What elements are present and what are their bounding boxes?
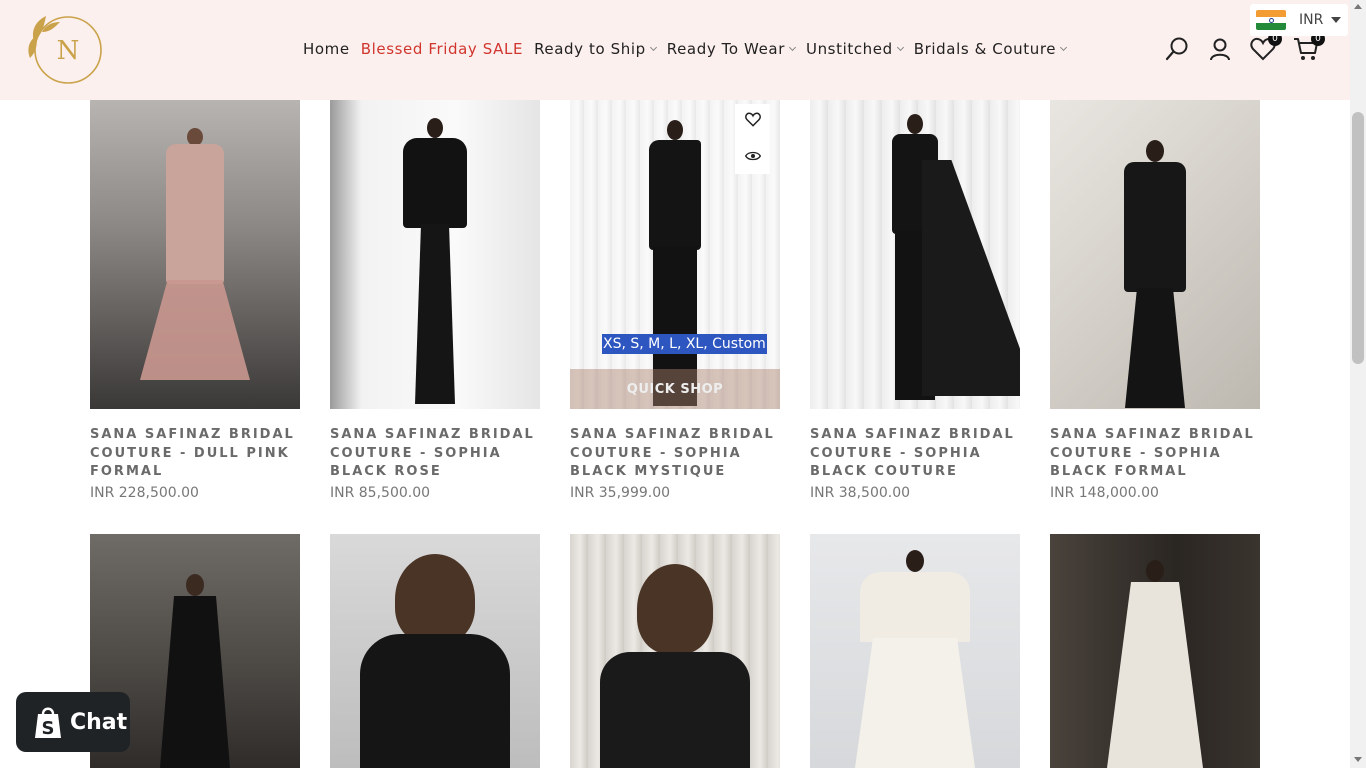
product-image[interactable] <box>570 534 780 768</box>
product-image[interactable] <box>810 100 1020 409</box>
product-card[interactable] <box>810 534 1020 768</box>
product-image[interactable] <box>330 100 540 409</box>
product-image[interactable] <box>330 534 540 768</box>
product-price: INR 38,500.00 <box>810 484 911 501</box>
scroll-up-arrow-icon[interactable] <box>1354 4 1362 9</box>
nav-unstitched[interactable]: Unstitched <box>806 40 904 58</box>
nav-ready-to-wear-label: Ready To Wear <box>666 40 785 58</box>
nav-bridals-couture[interactable]: Bridals & Couture <box>913 40 1068 58</box>
product-card[interactable]: SANA SAFINAZ BRIDAL COUTURE - DULL PINK … <box>90 100 300 501</box>
product-image[interactable] <box>1050 100 1260 409</box>
chevron-down-icon <box>649 43 657 51</box>
nav-bridals-label: Bridals & Couture <box>913 40 1057 58</box>
nav-ready-to-ship[interactable]: Ready to Ship <box>534 40 657 58</box>
chevron-down-icon <box>788 43 797 51</box>
site-header: N Home Blessed Friday SALE Ready to Ship… <box>0 0 1350 100</box>
product-title[interactable]: SANA SAFINAZ BRIDAL COUTURE - SOPHIA BLA… <box>570 426 780 482</box>
product-card[interactable]: SANA SAFINAZ BRIDAL COUTURE - SOPHIA BLA… <box>810 100 1020 501</box>
product-card[interactable]: XS, S, M, L, XL, Custom QUICK SHOP SANA … <box>570 100 780 501</box>
available-sizes: XS, S, M, L, XL, Custom <box>602 334 767 354</box>
chevron-down-icon <box>896 43 904 51</box>
product-image[interactable]: XS, S, M, L, XL, Custom QUICK SHOP <box>570 100 780 409</box>
product-card[interactable] <box>570 534 780 768</box>
chat-label: Chat <box>70 709 128 735</box>
nav-unstitched-label: Unstitched <box>806 40 893 58</box>
shopify-bag-icon: S <box>35 707 61 739</box>
main-nav: Home Blessed Friday SALE Ready to Ship R… <box>303 40 1077 58</box>
product-title[interactable]: SANA SAFINAZ BRIDAL COUTURE - SOPHIA BLA… <box>810 426 1020 482</box>
product-hover-actions <box>735 104 770 174</box>
brand-logo[interactable]: N <box>24 14 106 86</box>
product-image[interactable] <box>90 100 300 409</box>
header-icons: 0 0 <box>1162 32 1334 64</box>
chevron-down-icon <box>1060 43 1068 51</box>
nav-sale-label: Blessed Friday SALE <box>360 40 524 58</box>
quick-view-eye-icon[interactable] <box>744 147 761 166</box>
scrollbar-thumb[interactable] <box>1352 112 1364 364</box>
product-card[interactable]: SANA SAFINAZ BRIDAL COUTURE - SOPHIA BLA… <box>1050 100 1260 501</box>
nav-home[interactable]: Home <box>303 40 350 58</box>
logo-letter: N <box>57 36 80 66</box>
india-flag-icon <box>1256 10 1286 30</box>
wishlist-icon[interactable]: 0 <box>1248 32 1282 64</box>
product-card[interactable]: SANA SAFINAZ BRIDAL COUTURE - SOPHIA BLA… <box>330 100 540 501</box>
product-card[interactable] <box>1050 534 1260 768</box>
product-title[interactable]: SANA SAFINAZ BRIDAL COUTURE - SOPHIA BLA… <box>1050 426 1260 482</box>
product-title[interactable]: SANA SAFINAZ BRIDAL COUTURE - SOPHIA BLA… <box>330 426 540 482</box>
currency-selector[interactable]: INR <box>1250 4 1348 36</box>
search-icon[interactable] <box>1162 34 1192 64</box>
product-price: INR 35,999.00 <box>570 484 671 501</box>
page: N Home Blessed Friday SALE Ready to Ship… <box>0 0 1366 768</box>
shopify-chat-button[interactable]: S Chat <box>16 692 130 752</box>
product-title[interactable]: SANA SAFINAZ BRIDAL COUTURE - DULL PINK … <box>90 426 300 482</box>
quick-shop-button[interactable]: QUICK SHOP <box>570 369 780 409</box>
currency-label: INR <box>1299 12 1324 28</box>
product-image[interactable] <box>1050 534 1260 768</box>
nav-home-label: Home <box>303 40 350 58</box>
nav-ready-to-wear[interactable]: Ready To Wear <box>666 40 797 58</box>
product-price: INR 148,000.00 <box>1050 484 1159 501</box>
page-scrollbar[interactable] <box>1350 0 1366 768</box>
caret-down-icon <box>1331 17 1342 23</box>
nav-ready-to-ship-label: Ready to Ship <box>534 40 646 58</box>
product-card[interactable] <box>330 534 540 768</box>
wishlist-icon[interactable] <box>744 112 761 131</box>
svg-text:S: S <box>42 718 55 739</box>
product-image[interactable] <box>810 534 1020 768</box>
cart-icon[interactable]: 0 <box>1291 32 1325 64</box>
product-price: INR 228,500.00 <box>90 484 199 501</box>
nav-blessed-friday-sale[interactable]: Blessed Friday SALE <box>361 40 523 58</box>
account-icon[interactable] <box>1205 34 1235 64</box>
product-price: INR 85,500.00 <box>330 484 431 501</box>
scroll-down-arrow-icon[interactable] <box>1354 757 1362 762</box>
